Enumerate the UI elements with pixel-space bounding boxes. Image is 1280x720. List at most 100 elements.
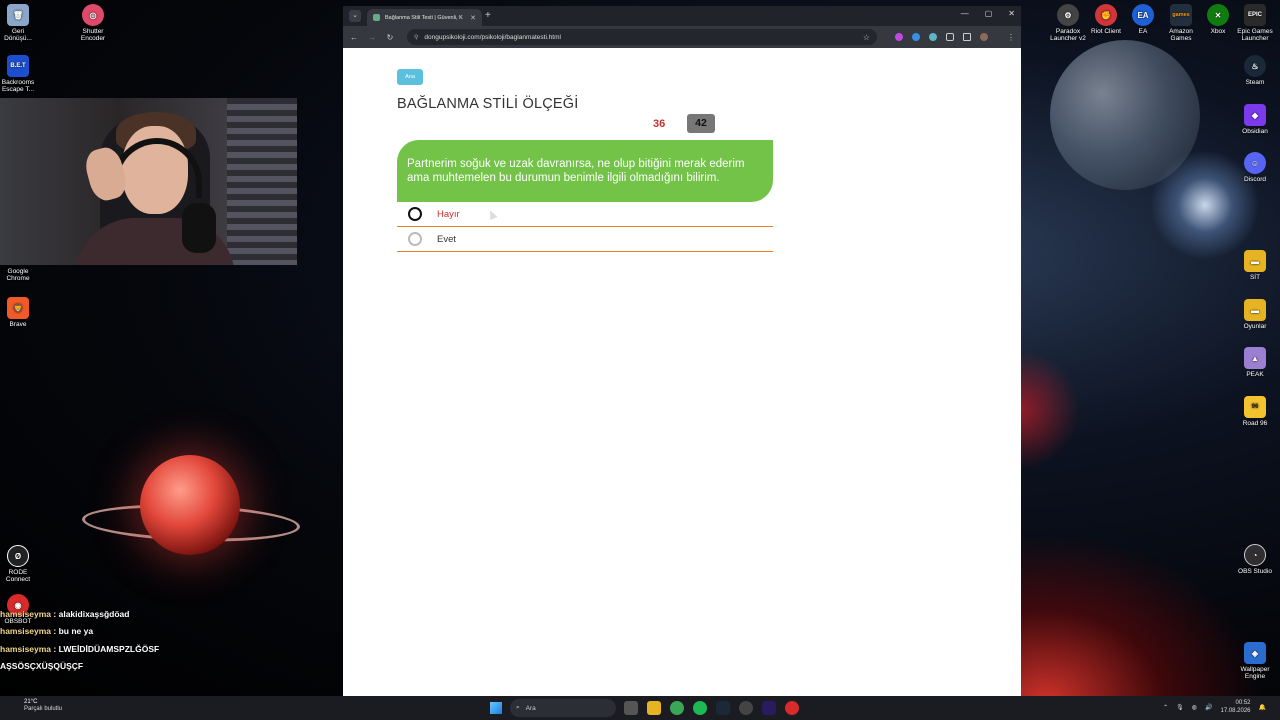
taskbar-search[interactable]: ⌕ Ara (510, 699, 616, 717)
browser-tab[interactable]: Bağlanma Stili Testi | Güvenli, K ✕ (367, 9, 482, 26)
extensions-area (895, 33, 988, 41)
radio-button[interactable] (408, 232, 422, 246)
network-icon[interactable]: ◍ (1192, 704, 1197, 711)
riot-icon: ✊ (1095, 4, 1117, 26)
paradox-icon: ⚙ (1057, 4, 1079, 26)
rode-connect-icon: Ø (7, 545, 29, 567)
extensions-puzzle-icon[interactable] (946, 33, 954, 41)
home-button[interactable]: Ana (397, 69, 423, 85)
desktop-icon-google-chrome[interactable]: Google Chrome (0, 268, 45, 282)
notification-bell-icon[interactable]: 🔔 (1259, 704, 1266, 711)
desktop-icon-wallpaper-engine[interactable]: ◈ Wallpaper Engine (1228, 642, 1280, 680)
volume-icon[interactable]: 🔊 (1205, 704, 1212, 711)
forward-button[interactable]: → (367, 33, 377, 42)
task-view-icon[interactable] (624, 701, 638, 715)
peak-icon: ▲ (1244, 347, 1266, 369)
tray-overflow-icon[interactable]: ⌃ (1163, 704, 1168, 711)
obs-studio-icon: ◔ (1244, 544, 1266, 566)
background-red-planet-left (140, 455, 240, 555)
taskbar-apps (624, 701, 799, 715)
obsbot-taskbar-icon[interactable] (785, 701, 799, 715)
start-button-icon[interactable] (490, 702, 502, 714)
weather-widget[interactable]: 21°C Parçalı bulutlu (24, 699, 62, 713)
browser-menu-icon[interactable]: ⋮ (1007, 33, 1015, 42)
chat-message: hamsiseyma : LWEİDİDÜAMSPZLĞÖSF (0, 643, 160, 654)
page-title: BAĞLANMA STİLİ ÖLÇEĞİ (397, 96, 579, 112)
folder-icon: ▬ (1244, 250, 1266, 272)
folder-icon: ▬ (1244, 299, 1266, 321)
microphone-icon[interactable]: 🎙 (1176, 704, 1184, 711)
window-controls: — ▢ ✕ (961, 9, 1015, 18)
desktop-icon-brave[interactable]: 🦁 Brave (0, 297, 45, 328)
webcam-overlay (0, 98, 297, 265)
ea-icon: EA (1132, 4, 1154, 26)
chat-overlay: hamsiseyma : alakidixaşsğdöad hamsiseyma… (0, 606, 260, 675)
desktop-icon-shutter-encoder[interactable]: ◎ Shutter Encoder (66, 4, 120, 42)
steam-icon: ♨ (1244, 55, 1266, 77)
chat-message: hamsiseyma : bu ne ya (0, 626, 94, 637)
answer-option-evet[interactable]: Evet (397, 227, 773, 252)
media-control-icon[interactable] (963, 33, 971, 41)
desktop-icon-oyunlar[interactable]: ▬ Oyunlar (1228, 299, 1280, 330)
site-info-icon[interactable]: ⚲ (414, 34, 418, 41)
extension-icon[interactable] (929, 33, 937, 41)
tab-search-button[interactable]: ⌄ (349, 10, 361, 22)
system-tray: ⌃ 🎙 ◍ 🔊 00:52 17.08.2026 🔔 (1163, 699, 1266, 715)
recycle-bin-icon: 🗑 (7, 4, 29, 26)
background-red-glow (1020, 350, 1080, 470)
premiere-icon[interactable] (762, 701, 776, 715)
extension-icon[interactable] (912, 33, 920, 41)
xbox-icon: ✕ (1207, 4, 1229, 26)
wallpaper-engine-icon: ◈ (1244, 642, 1266, 664)
road-96-icon: 96 (1244, 396, 1266, 418)
desktop-icon-road-96[interactable]: 96 Road 96 (1228, 396, 1280, 427)
discord-icon: ☺ (1244, 152, 1266, 174)
desktop-icon-discord[interactable]: ☺ Discord (1228, 152, 1280, 183)
bookmark-star-icon[interactable]: ☆ (863, 33, 870, 42)
brave-icon: 🦁 (7, 297, 29, 319)
amazon-games-icon: games (1170, 4, 1192, 26)
extension-icon[interactable] (895, 33, 903, 41)
background-blinds (227, 98, 297, 265)
maximize-button[interactable]: ▢ (985, 9, 993, 18)
desktop-icon-rode-connect[interactable]: Ø RODE Connect (0, 545, 45, 583)
obsidian-icon: ◆ (1244, 104, 1266, 126)
back-button[interactable]: ← (349, 33, 359, 42)
epic-games-icon: EPIC (1244, 4, 1266, 26)
reload-button[interactable]: ↻ (385, 33, 395, 42)
desktop-icon-sit[interactable]: ▬ SİT (1228, 250, 1280, 281)
shutter-encoder-icon: ◎ (82, 4, 104, 26)
clock[interactable]: 00:52 17.08.2026 (1220, 699, 1250, 715)
browser-window: ⌄ Bağlanma Stili Testi | Güvenli, K ✕ + … (343, 6, 1021, 696)
search-icon: ⌕ (516, 704, 520, 711)
favicon-icon (373, 14, 380, 21)
desktop-icon-recycle-bin[interactable]: 🗑 Geri Dönüşü... (0, 4, 45, 42)
file-explorer-icon[interactable] (647, 701, 661, 715)
address-bar[interactable]: ⚲ dongupsikoloji.com/psikoloji/baglanmat… (407, 29, 877, 45)
profile-avatar[interactable] (980, 33, 988, 41)
close-window-button[interactable]: ✕ (1008, 9, 1015, 18)
steam-taskbar-icon[interactable] (716, 701, 730, 715)
total-questions-badge: 42 (687, 114, 715, 133)
chat-message: hamsiseyma : alakidixaşsğdöad (0, 609, 130, 619)
current-question-number: 36 (653, 118, 666, 130)
desktop-icon-peak[interactable]: ▲ PEAK (1228, 347, 1280, 378)
answer-option-hayir[interactable]: Hayır (397, 202, 773, 227)
desktop-icon-steam[interactable]: ♨ Steam (1228, 55, 1280, 86)
radio-button[interactable] (408, 207, 422, 221)
spotify-icon[interactable] (693, 701, 707, 715)
close-tab-icon[interactable]: ✕ (470, 14, 476, 22)
desktop-icon-epic-games[interactable]: EPIC Epic Games Launcher (1228, 4, 1280, 42)
option-label: Hayır (437, 208, 460, 220)
desktop-icon-obsidian[interactable]: ◆ Obsidian (1228, 104, 1280, 135)
backrooms-icon: B.E.T (7, 55, 29, 77)
desktop-icon-obs-studio[interactable]: ◔ OBS Studio (1228, 544, 1280, 575)
tab-strip: ⌄ Bağlanma Stili Testi | Güvenli, K ✕ + … (343, 6, 1021, 26)
new-tab-button[interactable]: + (485, 10, 491, 21)
chrome-taskbar-icon[interactable] (670, 701, 684, 715)
option-label: Evet (437, 233, 457, 245)
minimize-button[interactable]: — (961, 9, 969, 18)
obs-taskbar-icon[interactable] (739, 701, 753, 715)
web-page: Ana BAĞLANMA STİLİ ÖLÇEĞİ 36 42 Partneri… (343, 48, 1021, 696)
desktop-icon-backrooms[interactable]: B.E.T Backrooms Escape T... (0, 55, 45, 93)
